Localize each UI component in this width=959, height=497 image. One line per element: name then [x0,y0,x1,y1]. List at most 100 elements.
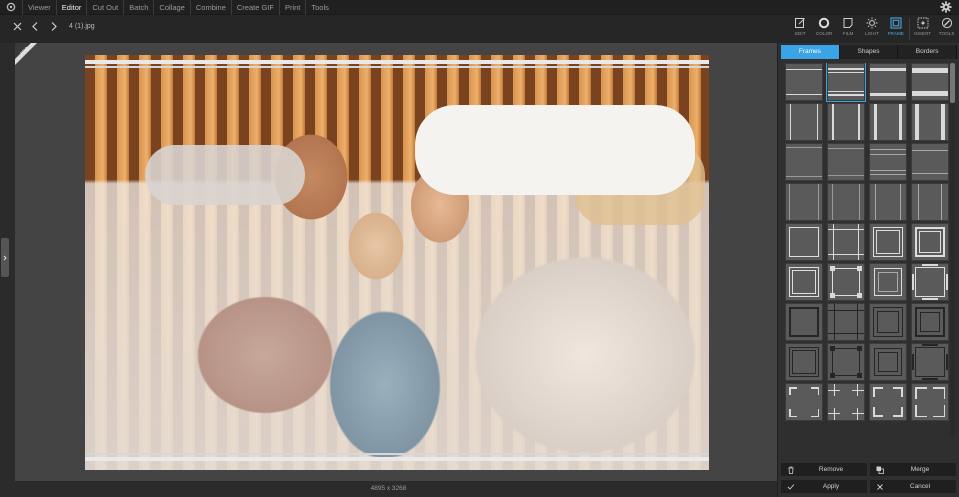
image-size-label: 4895 x 3268 [0,481,777,497]
frame-bottom-inner-line [85,453,709,455]
edit-icon [795,18,806,28]
scrollbar-thumb[interactable] [950,63,955,103]
menu-tools[interactable]: Tools [305,0,334,15]
menu-collage[interactable]: Collage [153,0,189,15]
tab-insert[interactable]: INSERT [911,15,934,43]
frame-thumbnail[interactable] [911,343,949,381]
frame-panel: Frames Shapes Borders Remove Merge Apply… [777,43,959,497]
trash-icon [788,466,794,474]
frame-thumbnail[interactable] [911,383,949,421]
frame-thumbnail[interactable] [785,143,823,181]
frame-thumbnail[interactable] [869,263,907,301]
tab-insert-label: INSERT [914,31,932,36]
frames-grid [785,63,950,438]
tab-light[interactable]: LIGHT [860,15,883,43]
color-icon [818,17,830,29]
frame-thumbnail[interactable] [785,383,823,421]
frame-top-inner-line [85,66,709,68]
frame-icon [890,17,902,29]
insert-icon [917,17,929,29]
frame-thumbnail[interactable] [827,183,865,221]
remove-button[interactable]: Remove [781,463,867,476]
close-icon[interactable] [12,21,23,32]
frame-thumbnail[interactable] [785,223,823,261]
frame-thumbnail[interactable] [785,183,823,221]
frame-thumbnail[interactable] [869,183,907,221]
tab-light-label: LIGHT [865,31,879,36]
frame-thumbnail[interactable] [785,343,823,381]
chevron-right-icon [3,255,7,260]
menu-batch[interactable]: Batch [123,0,153,15]
frame-thumbnail[interactable] [869,143,907,181]
frame-thumbnail[interactable] [869,343,907,381]
tab-color-label: COLOR [815,31,833,36]
frame-thumbnail[interactable] [911,223,949,261]
chevron-right-icon[interactable] [48,21,59,32]
tab-film[interactable]: FILM [837,15,860,43]
apply-button[interactable]: Apply [781,480,867,493]
cancel-button[interactable]: Cancel [870,480,956,493]
frame-thumbnail[interactable] [911,303,949,341]
app-logo-icon[interactable] [0,0,22,15]
menu-editor[interactable]: Editor [55,0,87,15]
check-icon [787,483,795,490]
panel-scrollbar[interactable] [950,63,955,437]
menu-viewer[interactable]: Viewer [22,0,56,15]
image-canvas[interactable]: PRO [15,43,777,481]
frame-thumbnail[interactable] [827,343,865,381]
tab-frames[interactable]: Frames [781,45,840,59]
frame-thumbnail[interactable] [827,143,865,181]
file-name: 4 (1).jpg [69,23,95,30]
tab-shapes[interactable]: Shapes [839,45,899,59]
film-icon [843,18,853,28]
toolbar: 4 (1).jpg EDIT COLOR FILM LIGHT FRAME IN… [0,15,959,43]
tab-color[interactable]: COLOR [813,15,836,43]
menu-combine[interactable]: Combine [189,0,231,15]
frame-thumbnail-selected[interactable] [826,63,866,102]
pro-badge: PRO [15,43,37,65]
frame-thumbnail[interactable] [911,263,949,301]
tab-edit[interactable]: EDIT [789,15,812,43]
frame-thumbnail[interactable] [827,263,865,301]
tab-frame-label: FRAME [887,31,904,36]
merge-button[interactable]: Merge [870,463,956,476]
frame-thumbnail[interactable] [785,263,823,301]
frame-thumbnail[interactable] [911,63,949,101]
frame-thumbnail[interactable] [869,103,907,141]
frame-thumbnail[interactable] [911,183,949,221]
menu-cut-out[interactable]: Cut Out [86,0,123,15]
panel-tabs: Frames Shapes Borders [781,45,958,59]
chevron-left-icon[interactable] [30,21,41,32]
tools-icon [941,17,952,29]
frame-thumbnail[interactable] [827,103,865,141]
frame-thumbnail[interactable] [869,223,907,261]
frame-thumbnail[interactable] [785,303,823,341]
frame-thumbnail[interactable] [785,103,823,141]
frame-thumbnail[interactable] [911,143,949,181]
tab-film-label: FILM [842,31,854,36]
left-panel-toggle[interactable] [1,238,9,277]
tab-edit-label: EDIT [794,31,806,36]
frame-thumbnail[interactable] [869,383,907,421]
merge-label: Merge [910,466,930,473]
frame-thumbnail[interactable] [911,103,949,141]
tab-tools[interactable]: TOOLS [935,15,958,43]
apply-label: Apply [822,483,840,490]
cancel-label: Cancel [909,483,931,490]
tab-frame[interactable]: FRAME [884,15,907,43]
frame-thumbnail[interactable] [827,383,865,421]
tab-borders[interactable]: Borders [898,45,958,59]
frame-thumbnail[interactable] [869,63,907,101]
gear-icon[interactable] [940,1,952,13]
menu-create-gif[interactable]: Create GIF [230,0,279,15]
close-icon [877,483,883,490]
frame-thumbnail[interactable] [827,223,865,261]
menu-print[interactable]: Print [278,0,305,15]
merge-icon [876,466,884,474]
frame-thumbnail[interactable] [785,63,823,101]
light-icon [866,17,878,29]
photo [85,55,709,470]
frame-thumbnail[interactable] [869,303,907,341]
tab-tools-label: TOOLS [938,31,955,36]
frame-thumbnail[interactable] [827,303,865,341]
